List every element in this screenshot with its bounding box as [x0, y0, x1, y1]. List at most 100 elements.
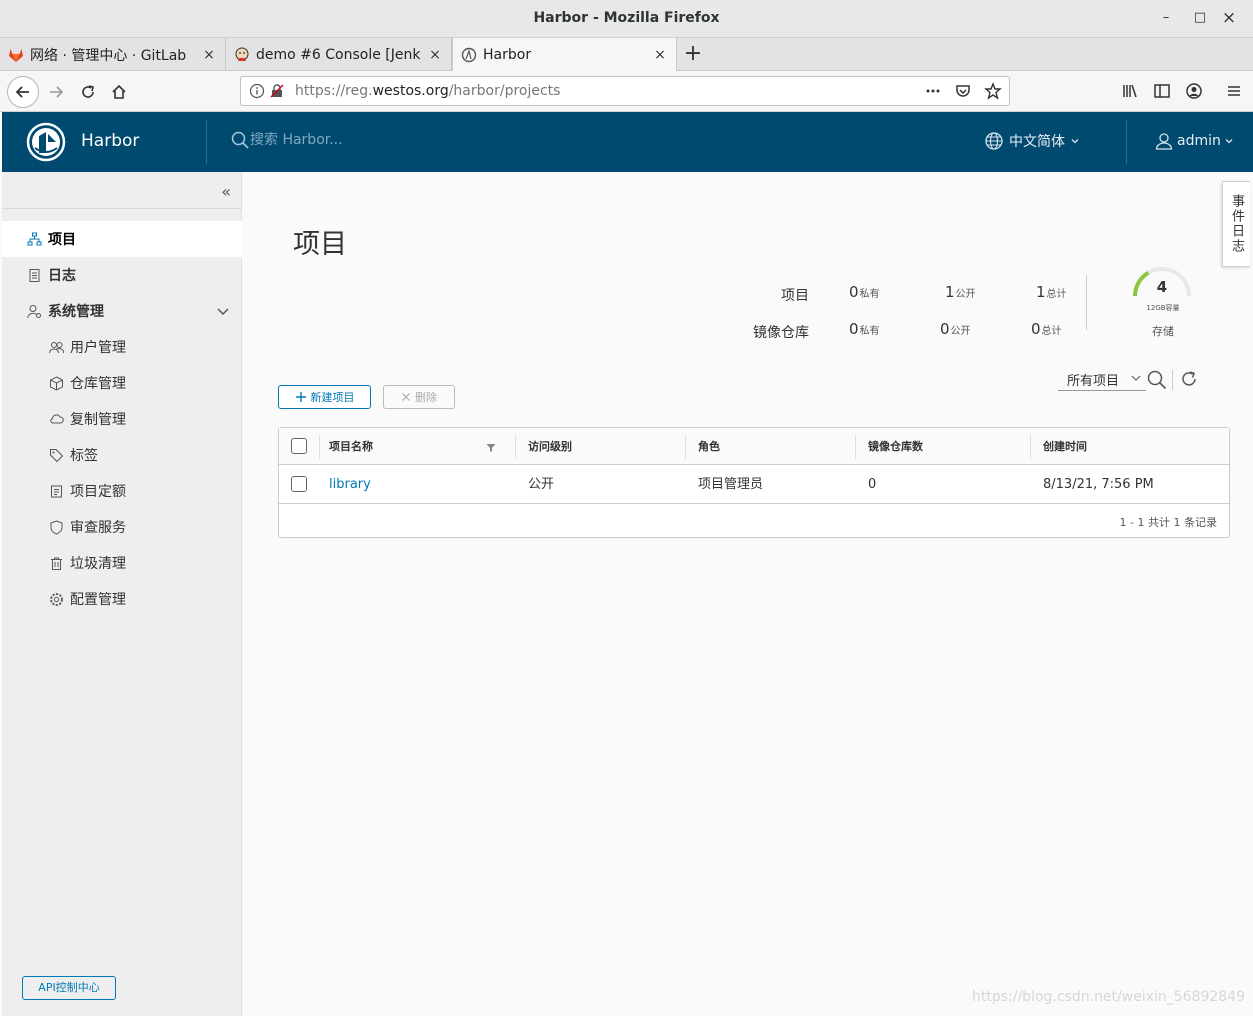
new-tab-button[interactable]: +	[680, 38, 706, 71]
repo-public-count: 0公开	[940, 320, 971, 338]
creation-time-cell: 8/13/21, 7:56 PM	[1043, 477, 1154, 492]
navigation-bar: https://reg.westos.org/harbor/projects	[0, 71, 1253, 112]
sidebar-item-label: 项目定额	[70, 484, 126, 500]
library-icon[interactable]	[1120, 81, 1140, 101]
sidebar-item-label: 配置管理	[70, 592, 126, 608]
event-log-tab[interactable]: 事件日志	[1222, 181, 1250, 267]
harbor-logo-icon[interactable]	[26, 122, 66, 162]
arrow-left-icon	[15, 86, 29, 98]
column-header-name[interactable]: 项目名称	[329, 428, 373, 465]
pocket-icon[interactable]	[953, 81, 973, 101]
toolbar-divider	[1172, 370, 1173, 390]
sidebar-item-label: 标签	[70, 448, 98, 464]
language-selector[interactable]: 中文简体	[984, 131, 1080, 151]
chevron-down-icon	[1131, 375, 1141, 381]
table-header: 项目名称 访问级别 角色 镜像仓库数 创建时间	[279, 428, 1229, 465]
sidebar-item-interrogation[interactable]: 审查服务	[2, 509, 242, 545]
storage-capacity: 12GB容量	[1146, 304, 1180, 312]
delete-button[interactable]: 删除	[383, 385, 455, 409]
filter-selected-value: 所有项目	[1067, 374, 1120, 389]
sidebar-item-label: 用户管理	[70, 340, 126, 356]
storage-gauge-fill	[1133, 271, 1150, 297]
chevron-down-icon	[1071, 139, 1079, 144]
home-icon	[112, 84, 126, 99]
more-actions-icon[interactable]	[923, 81, 943, 101]
column-header-access-level[interactable]: 访问级别	[528, 428, 572, 465]
select-all-checkbox[interactable]	[291, 438, 307, 454]
gear-icon	[48, 591, 64, 607]
sidebar-item-administration[interactable]: 系统管理	[2, 293, 242, 329]
close-tab-icon[interactable]: ×	[652, 47, 668, 63]
maximize-button[interactable]: □	[1190, 8, 1210, 28]
repo-count-label: 镜像仓库	[753, 325, 809, 341]
api-explorer-button[interactable]: API控制中心	[22, 976, 116, 1000]
column-header-repo-count[interactable]: 镜像仓库数	[868, 428, 923, 465]
column-header-role[interactable]: 角色	[698, 428, 720, 465]
project-public-count: 1公开	[945, 283, 976, 301]
sidebar-item-garbage-collection[interactable]: 垃圾清理	[2, 545, 242, 581]
user-menu[interactable]: admin	[1154, 131, 1234, 151]
sidebar: « 项目 日志 系统管理 用户管理 仓库管理 复制管理 标签 项目定额 审查服务…	[2, 172, 242, 1016]
sidebar-item-replications[interactable]: 复制管理	[2, 401, 242, 437]
sidebar-item-logs[interactable]: 日志	[2, 257, 242, 293]
arrow-right-icon	[50, 86, 64, 98]
tab-harbor[interactable]: Harbor ×	[452, 38, 677, 71]
close-window-button[interactable]: ×	[1219, 8, 1239, 28]
sidebar-item-label: 项目	[48, 232, 76, 248]
refresh-icon[interactable]	[1179, 369, 1199, 389]
back-button[interactable]	[7, 76, 39, 108]
page-title: 项目	[293, 229, 347, 260]
sidebar-item-users[interactable]: 用户管理	[2, 329, 242, 365]
account-icon[interactable]	[1184, 81, 1204, 101]
close-tab-icon[interactable]: ×	[201, 47, 217, 63]
reload-button[interactable]	[74, 78, 102, 106]
tab-label: Harbor	[483, 46, 532, 63]
url-bar[interactable]: https://reg.westos.org/harbor/projects	[240, 76, 1010, 106]
app-brand[interactable]: Harbor	[81, 131, 139, 151]
forward-button[interactable]	[42, 78, 70, 106]
tab-jenkins[interactable]: demo #6 Console [Jenkins] ×	[226, 38, 452, 71]
trash-icon	[48, 555, 64, 571]
project-filter-select[interactable]: 所有项目	[1058, 369, 1146, 391]
project-name-link[interactable]: library	[329, 465, 371, 504]
quota-icon	[48, 483, 64, 499]
repo-total-count: 0总计	[1031, 320, 1062, 338]
repo-count-cell: 0	[868, 477, 877, 492]
home-button[interactable]	[105, 78, 133, 106]
collapse-sidebar-button[interactable]: «	[221, 182, 231, 201]
insecure-lock-icon[interactable]	[267, 81, 287, 101]
cloud-sync-icon	[48, 411, 64, 427]
app-header: Harbor 中文简体 admin	[2, 112, 1253, 172]
tab-label: 网络 · 管理中心 · GitLab	[30, 47, 187, 64]
sidebar-item-registries[interactable]: 仓库管理	[2, 365, 242, 401]
bookmark-star-icon[interactable]	[983, 81, 1003, 101]
info-icon[interactable]	[247, 81, 267, 101]
search-input[interactable]	[250, 132, 450, 148]
column-divider	[1030, 435, 1031, 459]
tab-gitlab[interactable]: 网络 · 管理中心 · GitLab ×	[0, 38, 226, 71]
close-tab-icon[interactable]: ×	[427, 47, 443, 63]
search-icon[interactable]	[1146, 369, 1168, 391]
minimize-button[interactable]: –	[1156, 8, 1176, 28]
delete-label: 删除	[415, 391, 437, 404]
sidebar-item-quotas[interactable]: 项目定额	[2, 473, 242, 509]
row-checkbox[interactable]	[291, 476, 307, 492]
global-search[interactable]	[230, 130, 450, 150]
project-count-label: 项目	[781, 288, 809, 304]
sidebar-toggle-icon[interactable]	[1152, 81, 1172, 101]
log-icon	[26, 267, 42, 283]
sidebar-item-labels[interactable]: 标签	[2, 437, 242, 473]
sidebar-item-configuration[interactable]: 配置管理	[2, 581, 242, 617]
table-footer: 1 - 1 共计 1 条记录	[1119, 516, 1217, 529]
sidebar-item-projects[interactable]: 项目	[2, 221, 242, 257]
username: admin	[1177, 133, 1221, 149]
column-header-creation-time[interactable]: 创建时间	[1043, 428, 1087, 465]
filter-icon[interactable]	[486, 443, 496, 453]
menu-icon[interactable]	[1224, 81, 1244, 101]
storage-used-value: 4	[1156, 278, 1168, 296]
language-label: 中文简体	[1009, 134, 1065, 150]
sidebar-item-label: 日志	[48, 268, 76, 284]
new-project-button[interactable]: 新建项目	[278, 385, 371, 409]
column-divider	[855, 435, 856, 459]
sitemap-icon	[26, 231, 42, 247]
